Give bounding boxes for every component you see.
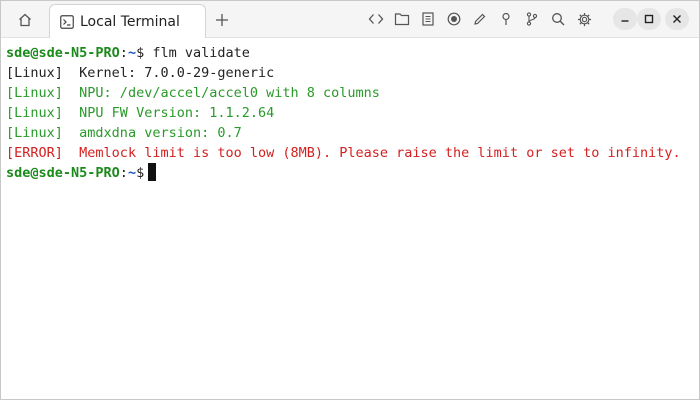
active-prompt-line: sde@sde-N5-PRO:~$ (6, 163, 699, 183)
output-text: NPU: /dev/accel/accel0 with 8 columns (79, 85, 380, 101)
terminal-icon (60, 14, 74, 29)
record-button[interactable] (441, 8, 467, 30)
text-cursor (148, 163, 157, 181)
terminal-window: Local Terminal sde@sde-N5-PRO:~$ flm val… (0, 0, 700, 400)
prompt-path: ~ (127, 45, 137, 61)
pencil-icon (473, 12, 487, 26)
branch-button[interactable] (519, 8, 545, 30)
record-icon (447, 12, 461, 26)
error-text: Memlock limit is too low (8MB). Please r… (79, 145, 681, 161)
output-line: [Linux] Kernel: 7.0.0-29-generic (6, 63, 699, 83)
command-line: sde@sde-N5-PRO:~$ flm validate (6, 43, 699, 63)
prompt-separator: : (119, 45, 128, 61)
command-text: flm validate (152, 45, 250, 61)
plus-icon (215, 13, 229, 27)
new-tab-button[interactable] (211, 9, 233, 31)
minimize-button[interactable] (613, 8, 637, 30)
prompt-user-host: sde@sde-N5-PRO (6, 165, 120, 181)
title-bar: Local Terminal (1, 1, 699, 38)
edit-button[interactable] (467, 8, 493, 30)
output-text: Kernel: 7.0.0-29-generic (79, 65, 275, 81)
folder-button[interactable] (389, 8, 415, 30)
branch-icon (525, 12, 539, 26)
document-button[interactable] (415, 8, 441, 30)
prompt-user-host: sde@sde-N5-PRO (6, 45, 120, 61)
home-icon (17, 12, 33, 28)
pin-icon (499, 12, 513, 26)
toolbar (363, 8, 597, 30)
tab-label: Local Terminal (80, 13, 180, 30)
prompt-separator: : (119, 165, 128, 181)
close-button[interactable] (665, 8, 689, 30)
error-tag: [ERROR] (6, 145, 63, 161)
home-button[interactable] (13, 9, 37, 31)
maximize-icon (644, 14, 654, 24)
pin-button[interactable] (493, 8, 519, 30)
code-button[interactable] (363, 8, 389, 30)
error-line: [ERROR] Memlock limit is too low (8MB). … (6, 143, 699, 163)
minimize-icon (620, 14, 630, 24)
document-icon (421, 12, 435, 26)
folder-icon (394, 12, 410, 26)
close-icon (672, 14, 682, 24)
prompt-path: ~ (127, 165, 137, 181)
output-tag: [Linux] (6, 85, 63, 101)
output-text: NPU FW Version: 1.1.2.64 (79, 105, 275, 121)
output-tag: [Linux] (6, 125, 63, 141)
prompt-symbol: $ (136, 45, 145, 61)
prompt-symbol: $ (136, 165, 145, 181)
tab-local-terminal[interactable]: Local Terminal (49, 4, 206, 38)
code-brackets-icon (368, 12, 384, 26)
output-line: [Linux] NPU FW Version: 1.1.2.64 (6, 103, 699, 123)
output-tag: [Linux] (6, 105, 63, 121)
search-button[interactable] (545, 8, 571, 30)
output-line: [Linux] amdxdna version: 0.7 (6, 123, 699, 143)
terminal-output[interactable]: sde@sde-N5-PRO:~$ flm validate [Linux] K… (1, 38, 699, 399)
output-text: amdxdna version: 0.7 (79, 125, 242, 141)
search-icon (551, 12, 565, 26)
maximize-button[interactable] (637, 8, 661, 30)
output-tag: [Linux] (6, 65, 63, 81)
settings-button[interactable] (571, 8, 597, 30)
gear-icon (577, 12, 592, 27)
output-line: [Linux] NPU: /dev/accel/accel0 with 8 co… (6, 83, 699, 103)
